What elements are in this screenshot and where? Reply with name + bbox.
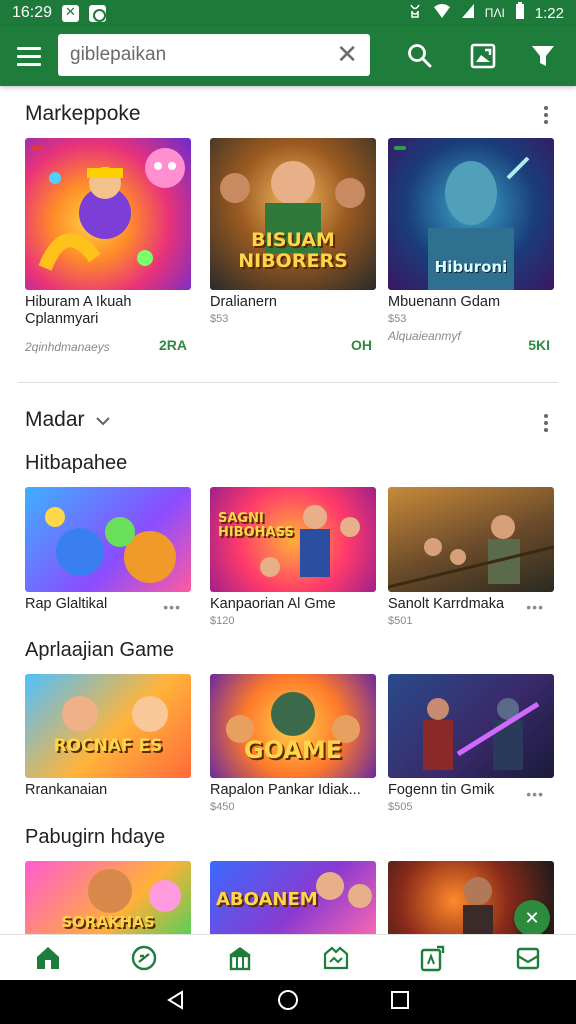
signal-icon xyxy=(461,3,475,23)
more-options-icon[interactable] xyxy=(544,414,550,432)
divider xyxy=(18,382,558,383)
app-art-text: SORAKHAS xyxy=(61,913,155,931)
nav-offers-icon[interactable] xyxy=(316,938,356,978)
app-art-text: BISUAM NIBORERS xyxy=(238,229,348,272)
app-art-text: GOAME xyxy=(243,736,343,764)
app-art-text: ABOANEM xyxy=(216,889,318,910)
more-icon[interactable]: ••• xyxy=(163,599,181,615)
more-icon[interactable]: ••• xyxy=(526,599,544,615)
app-card[interactable]: GOAME Rapalon Pankar Idiak... $450 xyxy=(210,674,376,813)
app-thumbnail: SAGNI HIBOHASS xyxy=(210,487,376,592)
nav-home-icon[interactable] xyxy=(28,938,68,978)
app-price: OH xyxy=(351,337,372,353)
app-card[interactable]: Rap Glaltikal ••• xyxy=(25,487,191,615)
app-card[interactable]: ABOANEM xyxy=(210,861,376,934)
app-thumbnail: ABOANEM xyxy=(210,861,376,934)
more-options-icon[interactable] xyxy=(544,106,550,124)
back-icon[interactable] xyxy=(165,989,187,1016)
app-sub: $120 xyxy=(210,615,235,627)
app-card[interactable]: ROCNAF ES Rrankanaian xyxy=(25,674,191,799)
app-card[interactable]: Hiburam A Ikuah Cplanmyari 2qinhdmanaeys… xyxy=(25,138,191,354)
app-art-text: ROCNAF ES xyxy=(53,736,163,756)
app-title: Mbuenann Gdam xyxy=(388,294,501,310)
bottom-navigation xyxy=(0,934,576,980)
status-time: 16:29 xyxy=(12,4,53,21)
app-art-text: SAGNI HIBOHASS xyxy=(218,511,294,540)
menu-icon[interactable] xyxy=(0,26,58,86)
app-thumbnail xyxy=(25,487,191,592)
home-icon[interactable] xyxy=(277,989,299,1016)
tools-fab-button[interactable]: ✕ xyxy=(514,900,550,936)
battery-icon xyxy=(515,2,525,24)
app-art-text: Hiburoni xyxy=(434,258,508,276)
app-card[interactable]: Sanolt Karrdmaka $501 ••• xyxy=(388,487,554,627)
gallery-icon[interactable] xyxy=(467,40,499,72)
vibrate-icon xyxy=(407,3,423,23)
close-icon[interactable]: ✕ xyxy=(336,41,358,67)
recents-icon[interactable] xyxy=(389,989,411,1016)
section-title: Aprlaajian Game xyxy=(25,639,174,661)
app-title: Dralianern xyxy=(210,294,277,310)
app-thumbnail: GOAME xyxy=(210,674,376,778)
app-sub: $505 xyxy=(388,801,413,813)
chevron-down-icon xyxy=(96,408,111,432)
app-sub: $53 xyxy=(210,313,229,325)
app-thumbnail: SORAKHAS xyxy=(25,861,191,934)
main-content[interactable]: Markeppoke Hiburam A Ikuah Cplanmyari 2q… xyxy=(0,86,576,934)
app-thumbnail: ROCNAF ES xyxy=(25,674,191,778)
search-input[interactable]: giblepaikan ✕ xyxy=(58,34,370,76)
app-title: Rapalon Pankar Idiak... xyxy=(210,782,361,798)
app-price: 2RA xyxy=(158,337,187,353)
status-bar: 16:29 ΠΛΙ 1:22 xyxy=(0,0,576,26)
app-sub: $53 xyxy=(388,313,407,325)
carrier-label: ΠΛΙ xyxy=(484,6,505,20)
app-thumbnail xyxy=(388,487,554,592)
app-title: Kanpaorian Al Gme xyxy=(210,596,336,612)
search-icon[interactable] xyxy=(404,40,436,72)
nav-games-icon[interactable] xyxy=(124,938,164,978)
nav-store-icon[interactable] xyxy=(220,938,260,978)
app-thumbnail: BISUAM NIBORERS xyxy=(210,138,376,290)
badge xyxy=(31,146,43,150)
nav-library-icon[interactable] xyxy=(412,938,452,978)
app-card[interactable]: SORAKHAS xyxy=(25,861,191,934)
section-title: Pabugirn hdaye xyxy=(25,826,166,848)
filter-icon[interactable] xyxy=(527,40,559,72)
nav-inbox-icon[interactable] xyxy=(508,938,548,978)
app-bar: giblepaikan ✕ xyxy=(0,26,576,86)
notification-icon xyxy=(62,4,80,22)
app-card[interactable]: SAGNI HIBOHASS Kanpaorian Al Gme $120 xyxy=(210,487,376,627)
app-price: 5KI xyxy=(528,337,550,353)
section-title: Markeppoke xyxy=(25,102,141,125)
status-clock: 1:22 xyxy=(534,4,564,22)
app-thumbnail: Hiburoni xyxy=(388,138,554,290)
app-title: Rrankanaian xyxy=(25,782,108,798)
app-title: Hiburam A Ikuah Cplanmyari xyxy=(25,294,132,327)
app-sub: $501 xyxy=(388,615,413,627)
app-thumbnail xyxy=(25,138,191,290)
section-subtitle: Hitbapahee xyxy=(25,452,128,474)
wifi-icon xyxy=(433,3,451,23)
more-icon[interactable]: ••• xyxy=(526,786,544,802)
system-navigation-bar xyxy=(0,980,576,1024)
search-text: giblepaikan xyxy=(70,44,167,65)
section-title[interactable]: Madar xyxy=(25,408,111,432)
app-sub: $450 xyxy=(210,801,235,813)
app-card[interactable]: Fogenn tin Gmik $505 ••• xyxy=(388,674,554,813)
camera-notification-icon xyxy=(89,4,107,22)
app-card[interactable]: Hiburoni Mbuenann Gdam $53 Alquaieanmyf … xyxy=(388,138,554,353)
app-thumbnail xyxy=(388,674,554,778)
app-card[interactable]: BISUAM NIBORERS Dralianern $53 OH xyxy=(210,138,376,353)
